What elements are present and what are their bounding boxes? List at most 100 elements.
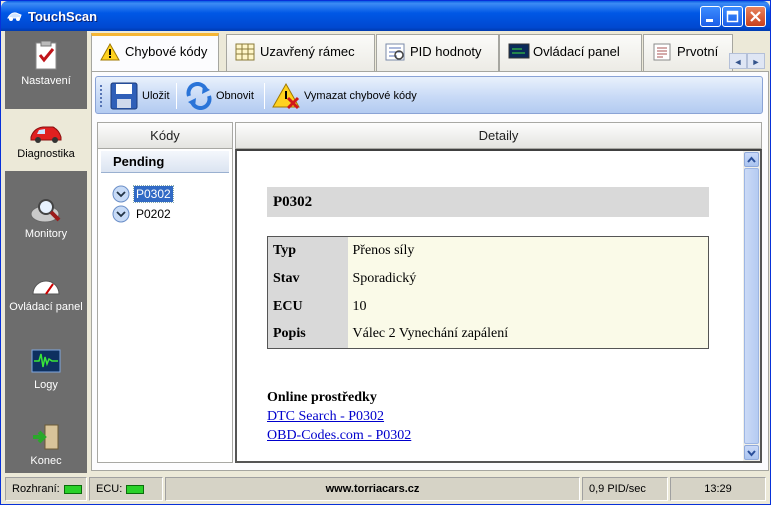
codes-pane-header: Kódy [97,122,233,149]
minimize-icon [706,19,713,22]
tab-label: Uzavřený rámec [260,44,355,59]
interface-led-icon [63,484,82,494]
close-icon [750,11,761,22]
tab-prvotni[interactable]: Prvotní [643,34,733,71]
magnifier-icon [30,199,61,223]
sidebar-item-label: Ovládací panel [9,301,83,313]
sidebar-item-konec[interactable]: Konec [5,423,87,473]
app-logo-icon [7,12,22,21]
car-icon [30,126,62,143]
toolbar: Uložit Obnovit Vymazat chybové kódy [95,76,763,114]
tab-label: Ovládací panel [533,44,620,59]
maximize-icon [726,10,739,23]
floppy-disk-icon [110,82,138,110]
details-pane: P0302 Typ Přenos síly Stav Sporadický EC… [235,149,762,463]
title-bar[interactable]: TouchScan [1,1,770,31]
pid-rate: 0,9 PID/sec [582,477,668,501]
interface-label: Rozhraní: [12,483,60,495]
maximize-button[interactable] [722,6,743,27]
exit-door-icon [33,424,59,450]
status-bar: Rozhraní: ECU: www.torriacars.cz 0,9 PID… [5,475,768,503]
sidebar: Nastavení Diagnostika Monitory Ovládací … [5,31,87,473]
detail-key: ECU [267,292,348,321]
minimize-button[interactable] [700,6,721,27]
toolbar-grip[interactable] [100,85,103,107]
sidebar-item-monitory[interactable]: Monitory [5,189,87,251]
warning-icon [100,43,120,61]
table-row: ECU 10 [267,292,709,321]
code-item-p0302[interactable]: P0302 [112,185,174,203]
waveform-icon [31,349,61,373]
tab-label: Prvotní [677,44,719,59]
dtc-search-link[interactable]: DTC Search - P0302 [267,409,384,425]
toolbar-separator [264,83,265,109]
expand-chevron-icon [112,205,130,223]
tab-label: PID hodnoty [410,44,482,59]
tab-scroll-right-button[interactable]: ► [747,53,765,69]
code-label: P0302 [133,185,174,203]
tab-strip: Chybové kódy Uzavřený rámec PID hodnoty … [91,33,769,72]
detail-value: Válec 2 Vynechání zapálení [347,320,709,349]
obd-codes-link[interactable]: OBD-Codes.com - P0302 [267,428,411,444]
clear-codes-button[interactable]: Vymazat chybové kódy [270,80,420,112]
clear-warning-icon [272,82,300,110]
pending-group-header[interactable]: Pending [101,151,229,173]
codes-pane: Pending P0302 P0202 [97,149,233,463]
details-pane-header: Detaily [235,122,762,149]
gauge-icon [32,280,60,295]
tab-pid-hodnoty[interactable]: PID hodnoty [376,34,499,71]
code-label: P0202 [136,207,171,221]
detail-value: Sporadický [347,264,709,293]
interface-status: Rozhraní: [5,477,87,501]
sidebar-item-logy[interactable]: Logy [5,347,87,409]
detail-key: Typ [267,236,348,265]
tab-panel-chybove-kody: Uložit Obnovit Vymazat chybové kódy Kódy… [91,71,769,471]
sidebar-item-label: Diagnostika [17,148,75,160]
sidebar-item-label: Logy [34,379,58,391]
sidebar-item-nastaveni[interactable]: Nastavení [5,34,87,108]
toolbar-separator [176,83,177,109]
ecu-led-icon [126,484,145,494]
sidebar-item-label: Konec [30,455,62,467]
details-table: Typ Přenos síly Stav Sporadický ECU 10 P… [267,236,709,349]
refresh-icon [186,82,212,110]
table-row: Stav Sporadický [267,264,709,293]
scroll-down-button[interactable] [744,445,759,460]
table-row: Popis Válec 2 Vynechání zapálení [267,320,709,349]
grid-icon [235,43,255,61]
pid-list-icon [385,43,405,61]
expand-chevron-icon [112,185,130,203]
tab-ovladaci-panel[interactable]: Ovládací panel [499,34,642,71]
code-item-p0202[interactable]: P0202 [112,205,173,223]
detail-value: 10 [347,292,709,321]
table-row: Typ Přenos síly [267,236,709,265]
sidebar-item-ovladaci-panel[interactable]: Ovládací panel [5,271,87,333]
scroll-up-button[interactable] [744,152,759,167]
chevron-down-icon [747,450,756,457]
refresh-button[interactable]: Obnovit [182,80,258,112]
monitor-icon [508,43,530,59]
chevron-up-icon [747,156,756,163]
online-resources-heading: Online prostředky [267,390,377,405]
tab-uzavreny-ramec[interactable]: Uzavřený rámec [226,34,375,71]
details-scrollbar[interactable] [743,151,760,461]
app-window: TouchScan Nastavení Diagnostika Monitory… [0,0,771,505]
website-label: www.torriacars.cz [165,477,580,501]
tab-scroll-left-button[interactable]: ◄ [729,53,747,69]
tab-chybove-kody[interactable]: Chybové kódy [91,33,219,72]
details-title: P0302 [267,187,709,217]
sidebar-item-label: Nastavení [21,75,71,87]
save-button-label: Uložit [142,90,170,102]
ecu-status: ECU: [89,477,163,501]
tab-label: Chybové kódy [125,44,208,59]
detail-key: Stav [267,264,348,293]
detail-value: Přenos síly [347,236,709,265]
save-button[interactable]: Uložit [108,80,172,112]
document-icon [653,43,671,61]
sidebar-item-label: Monitory [24,228,68,240]
scroll-thumb[interactable] [744,168,759,444]
sidebar-item-diagnostika[interactable]: Diagnostika [5,109,87,171]
clock: 13:29 [670,477,766,501]
close-button[interactable] [745,6,766,27]
detail-key: Popis [267,320,348,349]
